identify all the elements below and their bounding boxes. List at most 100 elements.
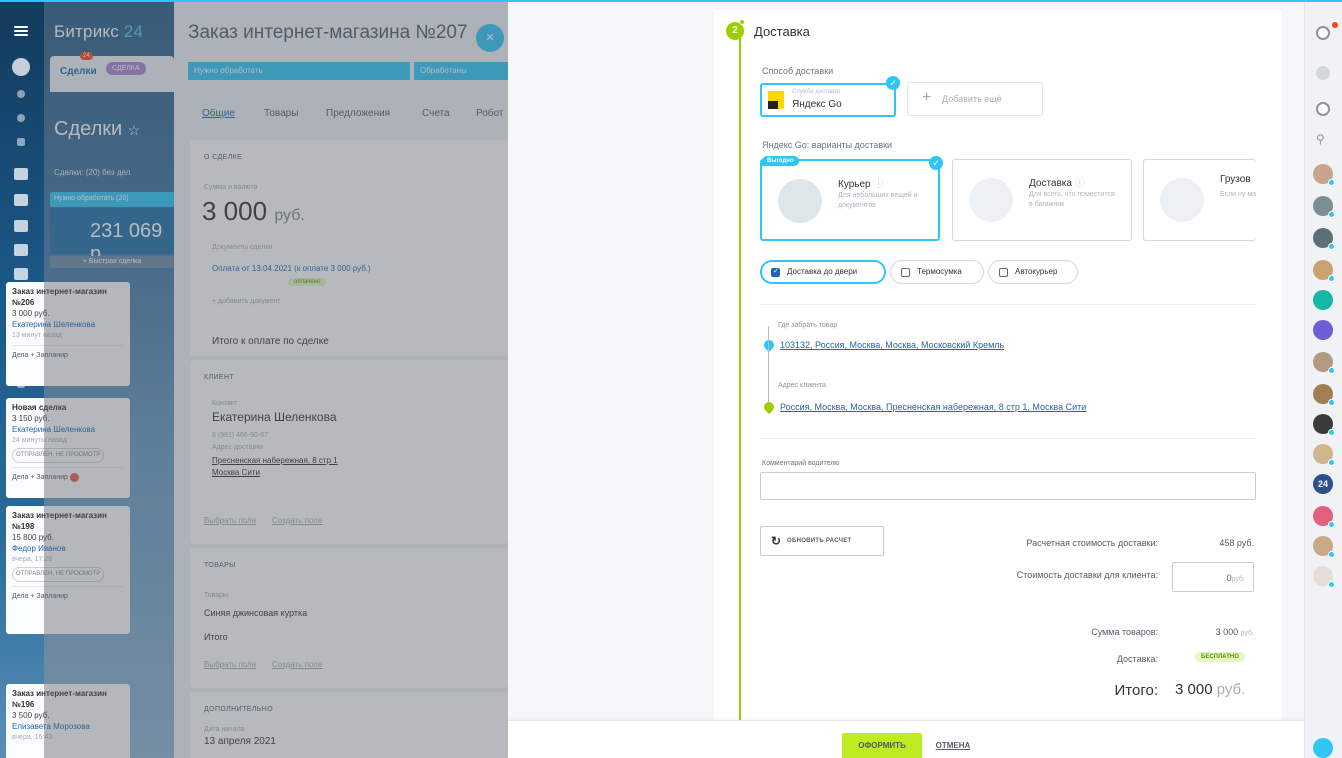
online-status-icon bbox=[1328, 243, 1335, 250]
briefcase-icon[interactable] bbox=[14, 220, 28, 232]
profitable-badge: Выгодно bbox=[762, 156, 799, 166]
service-caption: Служба доставки bbox=[792, 89, 841, 95]
check-icon: ✓ bbox=[886, 76, 900, 90]
timeline-icon[interactable] bbox=[1316, 102, 1330, 116]
search-icon[interactable]: ⚲ bbox=[1316, 132, 1325, 146]
add-service-button[interactable]: + Добавить ещё bbox=[907, 82, 1043, 116]
goods-sum-value: 3 000 bbox=[1215, 627, 1239, 637]
comment-label: Комментарий водителю bbox=[762, 460, 840, 467]
online-status-icon bbox=[1328, 521, 1335, 528]
step-line bbox=[739, 38, 741, 720]
checkbox-checked-icon[interactable] bbox=[771, 267, 780, 277]
checkbox-icon[interactable] bbox=[999, 268, 1008, 277]
method-label: Способ доставки bbox=[762, 66, 834, 76]
client-address-label: Адрес клиента bbox=[778, 382, 826, 389]
avatar[interactable] bbox=[1313, 444, 1335, 466]
avatar[interactable] bbox=[1313, 352, 1335, 374]
driver-comment-field[interactable] bbox=[760, 472, 1256, 500]
client-cost-unit: руб. bbox=[1231, 576, 1245, 583]
cart-icon[interactable] bbox=[14, 268, 28, 280]
online-status-icon bbox=[1328, 367, 1335, 374]
avatar[interactable] bbox=[1313, 506, 1335, 528]
tasks-icon[interactable] bbox=[14, 168, 28, 180]
update-calculation-button[interactable]: ↻ ОБНОВИТЬ РАСЧЕТ bbox=[760, 526, 884, 556]
checkbox-icon[interactable] bbox=[901, 268, 910, 277]
notifications-icon[interactable] bbox=[1316, 26, 1330, 40]
bank-icon[interactable] bbox=[14, 244, 28, 256]
notification-dot-icon bbox=[1332, 22, 1338, 28]
extra-auto-courier[interactable]: Автокурьер bbox=[988, 260, 1078, 284]
overlay-dim bbox=[44, 0, 508, 758]
option-name: Грузов bbox=[1220, 174, 1251, 185]
goods-sum-unit: руб. bbox=[1240, 630, 1254, 637]
avatar[interactable] bbox=[1313, 536, 1335, 558]
delivery-cost-label: Доставка: bbox=[1116, 654, 1158, 664]
service-name: Яндекс Go bbox=[792, 99, 842, 110]
globe-icon[interactable] bbox=[17, 114, 25, 122]
delivery-title: Доставка bbox=[754, 24, 810, 39]
bell-icon[interactable] bbox=[1316, 66, 1330, 80]
online-status-icon bbox=[1328, 211, 1335, 218]
client-address[interactable]: Россия, Москва, Москва, Пресненская набе… bbox=[780, 402, 1086, 412]
option-delivery[interactable]: Доставка ⓘ Для всего, что поместится в б… bbox=[952, 159, 1132, 241]
open-lines-icon[interactable] bbox=[1313, 738, 1333, 758]
calc-cost-label: Расчетная стоимость доставки: bbox=[1026, 538, 1158, 548]
info-icon[interactable]: ⓘ bbox=[873, 179, 883, 190]
yandex-go-logo-icon bbox=[768, 91, 784, 109]
add-service-label: Добавить ещё bbox=[942, 94, 1002, 104]
option-name-text: Курьер bbox=[838, 179, 871, 190]
cancel-button[interactable]: ОТМЕНА bbox=[928, 733, 978, 758]
option-name: Курьер ⓘ bbox=[838, 175, 883, 190]
extra-label: Термосумка bbox=[917, 267, 962, 276]
avatar[interactable] bbox=[1313, 196, 1335, 218]
total-unit: руб. bbox=[1216, 681, 1246, 698]
avatar[interactable] bbox=[1313, 228, 1335, 250]
total: 3 000 руб. bbox=[1175, 681, 1245, 698]
option-name-text: Доставка bbox=[1029, 178, 1072, 189]
chart-icon[interactable] bbox=[17, 138, 25, 146]
variants-label: Яндекс Go: варианты доставки bbox=[762, 140, 893, 150]
avatar[interactable] bbox=[1313, 384, 1335, 406]
submit-button[interactable]: ОФОРМИТЬ bbox=[842, 733, 922, 758]
top-accent-line bbox=[0, 0, 1342, 2]
option-desc: Для небольших вещей и документов bbox=[838, 192, 918, 209]
truck-icon bbox=[1160, 178, 1204, 222]
online-status-icon bbox=[1328, 179, 1335, 186]
video-chat-icon[interactable] bbox=[1313, 320, 1333, 340]
divider bbox=[760, 304, 1256, 305]
service-yandex-go[interactable]: Служба доставки Яндекс Go bbox=[760, 83, 896, 117]
activity-icon[interactable] bbox=[17, 90, 25, 98]
refresh-icon: ↻ bbox=[771, 534, 782, 548]
car-icon bbox=[969, 178, 1013, 222]
pickup-label: Где забрать товар bbox=[778, 322, 838, 329]
route-line bbox=[768, 326, 769, 404]
option-cargo[interactable]: Грузов Если ну машин bbox=[1143, 159, 1256, 241]
online-status-icon bbox=[1328, 551, 1335, 558]
extra-door-delivery[interactable]: Доставка до двери bbox=[760, 260, 886, 284]
check-icon: ✓ bbox=[929, 156, 943, 170]
online-status-icon bbox=[1328, 429, 1335, 436]
bitrix24-chat-icon[interactable]: 24 bbox=[1313, 474, 1333, 494]
pickup-address[interactable]: 103132, Россия, Москва, Москва, Московск… bbox=[780, 340, 1004, 350]
avatar[interactable] bbox=[1313, 164, 1335, 186]
hamburger-menu-icon[interactable] bbox=[14, 26, 28, 28]
client-cost-input[interactable]: 0руб. bbox=[1172, 562, 1254, 592]
avatar[interactable] bbox=[1313, 566, 1335, 588]
extra-thermo-bag[interactable]: Термосумка bbox=[890, 260, 984, 284]
mail-icon[interactable] bbox=[14, 194, 28, 206]
online-status-icon bbox=[1328, 399, 1335, 406]
total-label: Итого: bbox=[1114, 682, 1158, 699]
avatar[interactable] bbox=[1313, 414, 1335, 436]
online-status-icon bbox=[1328, 275, 1335, 282]
info-icon[interactable]: ⓘ bbox=[1075, 178, 1085, 189]
divider bbox=[760, 438, 1256, 439]
option-courier[interactable]: Курьер ⓘ Для небольших вещей и документо… bbox=[760, 159, 940, 241]
avatar[interactable] bbox=[1313, 260, 1335, 282]
free-badge: БЕСПЛАТНО bbox=[1195, 652, 1245, 662]
plus-icon: + bbox=[922, 89, 932, 106]
calc-cost-value: 458 руб. bbox=[1219, 538, 1254, 548]
funnel-icon[interactable] bbox=[12, 58, 30, 76]
lock-chat-icon[interactable] bbox=[1313, 290, 1333, 310]
option-desc: Если ну машин bbox=[1220, 191, 1256, 198]
extra-label: Автокурьер bbox=[1015, 267, 1058, 276]
